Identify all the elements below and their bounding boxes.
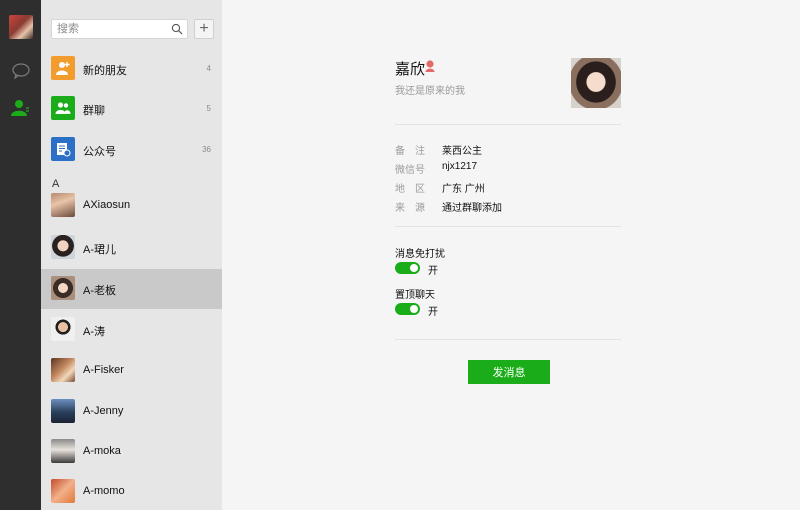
contact-name: A-涛 [83, 326, 105, 338]
remark-value[interactable]: 莱西公主 [442, 142, 482, 157]
nav-rail [0, 0, 41, 510]
source-label: 来 源 [395, 203, 425, 214]
source-value: 通过群聊添加 [442, 203, 502, 214]
profile-signature: 我还是原来的我 [395, 86, 465, 97]
row-label: 新的朋友 [83, 65, 127, 77]
contact-name: A-Jenny [83, 405, 124, 417]
contact-avatar [51, 317, 75, 341]
search-input[interactable] [52, 20, 167, 38]
contact-avatar [51, 439, 75, 463]
search-icon[interactable] [171, 23, 183, 35]
contact-row[interactable]: A-Fisker [41, 351, 222, 391]
contact-avatar [51, 479, 75, 503]
female-icon [425, 60, 435, 72]
contact-row-selected[interactable]: A-老板 [41, 269, 222, 309]
row-label: 群聊 [83, 105, 105, 117]
mute-notifications-state: 开 [428, 266, 438, 277]
row-label: 公众号 [83, 146, 116, 158]
group-chats-row[interactable]: 群聊 5 [41, 89, 222, 129]
contact-avatar [51, 399, 75, 423]
contact-name: A-momo [83, 485, 125, 497]
contact-avatar [51, 358, 75, 382]
chat-bubble-icon [12, 63, 30, 79]
mute-notifications-toggle[interactable] [395, 262, 420, 274]
divider [395, 339, 621, 340]
contact-name: A-Fisker [83, 364, 124, 376]
row-count: 5 [206, 104, 211, 113]
profile-name: 嘉欣 [395, 61, 426, 78]
group-chat-icon [51, 96, 75, 120]
contact-name: AXiaosun [83, 199, 131, 211]
wechat-id-value: njx1217 [442, 161, 478, 172]
contact-avatar [51, 276, 75, 300]
row-count: 4 [206, 64, 211, 73]
new-friend-icon [51, 56, 75, 80]
send-message-button[interactable]: 发消息 [468, 360, 550, 384]
contact-list-panel: + 新的朋友 4 群聊 5 公众号 36 A AXiaosun A-珺儿 A-老… [41, 0, 222, 510]
contacts-icon [11, 100, 29, 116]
contact-avatar [51, 235, 75, 259]
contact-name: A-珺儿 [83, 244, 116, 256]
pin-chat-label: 置顶聊天 [395, 290, 435, 301]
wechat-id-label: 微信号 [395, 165, 425, 176]
mute-notifications-label: 消息免打扰 [395, 249, 445, 260]
pin-chat-state: 开 [428, 307, 438, 318]
contact-detail-panel: 嘉欣 我还是原来的我 备 注 莱西公主 微信号 njx1217 地 区 广东 广… [222, 0, 800, 510]
contact-row[interactable]: A-momo [41, 472, 222, 510]
profile-photo[interactable] [571, 58, 621, 108]
official-accounts-row[interactable]: 公众号 36 [41, 130, 222, 170]
official-account-icon [51, 137, 75, 161]
contact-row[interactable]: A-Jenny [41, 392, 222, 432]
contact-row[interactable]: A-涛 [41, 310, 222, 350]
contact-row[interactable]: A-珺儿 [41, 228, 222, 268]
contact-avatar [51, 193, 75, 217]
contact-name: A-moka [83, 445, 121, 457]
contact-name: A-老板 [83, 285, 116, 297]
contact-row[interactable]: AXiaosun [41, 186, 222, 226]
divider [395, 124, 621, 125]
region-value: 广东 广州 [442, 184, 485, 195]
search-box [51, 19, 188, 39]
add-contact-button[interactable]: + [194, 19, 214, 39]
contacts-nav-button[interactable] [10, 97, 32, 119]
new-friends-row[interactable]: 新的朋友 4 [41, 49, 222, 89]
contact-row[interactable]: A-moka [41, 432, 222, 472]
row-count: 36 [202, 145, 211, 154]
pin-chat-toggle[interactable] [395, 303, 420, 315]
chat-nav-button[interactable] [10, 60, 32, 82]
divider [395, 226, 621, 227]
region-label: 地 区 [395, 184, 425, 195]
my-avatar[interactable] [9, 15, 33, 39]
remark-label: 备 注 [395, 146, 425, 157]
